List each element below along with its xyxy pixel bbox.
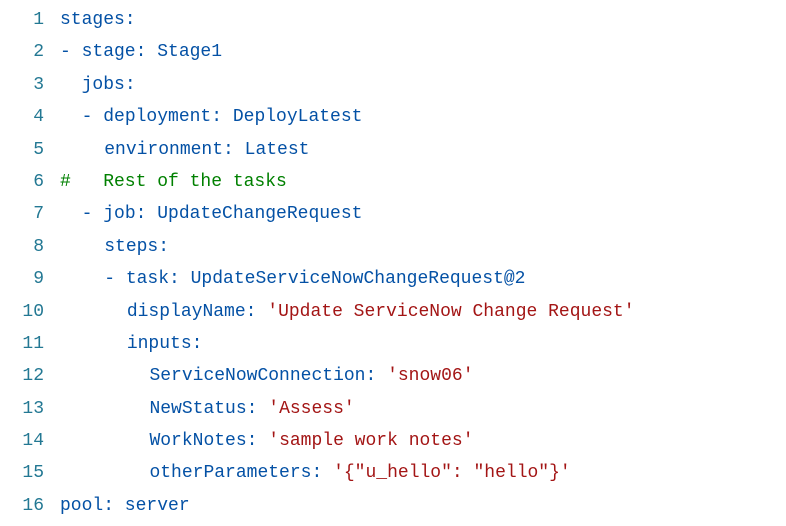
yaml-token: - stage: Stage1 — [60, 42, 222, 62]
line-content: - task: UpdateServiceNowChangeRequest@2 — [60, 263, 786, 295]
code-line: 6# Rest of the tasks — [0, 166, 786, 198]
line-content: # Rest of the tasks — [60, 166, 786, 198]
line-number: 12 — [0, 360, 60, 392]
code-line: 11 inputs: — [0, 328, 786, 360]
line-content: NewStatus: 'Assess' — [60, 393, 786, 425]
code-line: 3 jobs: — [0, 69, 786, 101]
yaml-key: displayName: — [127, 302, 267, 322]
line-number: 6 — [0, 166, 60, 198]
line-content: - job: UpdateChangeRequest — [60, 198, 786, 230]
line-content: environment: Latest — [60, 134, 786, 166]
code-line: 10 displayName: 'Update ServiceNow Chang… — [0, 296, 786, 328]
yaml-key: WorkNotes: — [149, 431, 268, 451]
yaml-token: pool: server — [60, 496, 190, 516]
line-number: 5 — [0, 134, 60, 166]
line-content: displayName: 'Update ServiceNow Change R… — [60, 296, 786, 328]
line-content: - stage: Stage1 — [60, 36, 786, 68]
line-content: - deployment: DeployLatest — [60, 101, 786, 133]
yaml-token: - deployment: DeployLatest — [82, 107, 363, 127]
yaml-key: otherParameters: — [149, 463, 333, 483]
line-number: 14 — [0, 425, 60, 457]
yaml-token: jobs: — [82, 75, 136, 95]
line-number: 16 — [0, 490, 60, 522]
yaml-key: ServiceNowConnection: — [149, 366, 387, 386]
yaml-token: # Rest of the tasks — [60, 172, 287, 192]
code-line: 4 - deployment: DeployLatest — [0, 101, 786, 133]
yaml-token: environment: Latest — [104, 140, 309, 160]
code-line: 8 steps: — [0, 231, 786, 263]
line-number: 7 — [0, 198, 60, 230]
code-line: 12 ServiceNowConnection: 'snow06' — [0, 360, 786, 392]
code-line: 1stages: — [0, 4, 786, 36]
line-number: 9 — [0, 263, 60, 295]
yaml-key: NewStatus: — [149, 399, 268, 419]
line-content: ServiceNowConnection: 'snow06' — [60, 360, 786, 392]
line-content: steps: — [60, 231, 786, 263]
line-number: 11 — [0, 328, 60, 360]
code-line: 13 NewStatus: 'Assess' — [0, 393, 786, 425]
code-line: 2- stage: Stage1 — [0, 36, 786, 68]
line-content: jobs: — [60, 69, 786, 101]
line-number: 13 — [0, 393, 60, 425]
line-number: 2 — [0, 36, 60, 68]
line-number: 1 — [0, 4, 60, 36]
line-number: 10 — [0, 296, 60, 328]
code-line: 7 - job: UpdateChangeRequest — [0, 198, 786, 230]
line-content: inputs: — [60, 328, 786, 360]
yaml-token: - job: UpdateChangeRequest — [82, 204, 363, 224]
line-number: 8 — [0, 231, 60, 263]
code-line: 16pool: server — [0, 490, 786, 522]
line-number: 15 — [0, 457, 60, 489]
line-content: otherParameters: '{"u_hello": "hello"}' — [60, 457, 786, 489]
code-line: 15 otherParameters: '{"u_hello": "hello"… — [0, 457, 786, 489]
code-editor: 1stages:2- stage: Stage13 jobs:4 - deplo… — [0, 0, 786, 526]
code-line: 9 - task: UpdateServiceNowChangeRequest@… — [0, 263, 786, 295]
line-content: pool: server — [60, 490, 786, 522]
yaml-token: stages: — [60, 10, 136, 30]
yaml-token: - task: UpdateServiceNowChangeRequest@2 — [104, 269, 525, 289]
yaml-string: 'snow06' — [387, 366, 473, 386]
line-content: stages: — [60, 4, 786, 36]
yaml-token: inputs: — [127, 334, 203, 354]
yaml-token: steps: — [104, 237, 169, 257]
line-number: 3 — [0, 69, 60, 101]
line-number: 4 — [0, 101, 60, 133]
line-content: WorkNotes: 'sample work notes' — [60, 425, 786, 457]
yaml-string: 'Update ServiceNow Change Request' — [267, 302, 634, 322]
yaml-string: 'sample work notes' — [268, 431, 473, 451]
yaml-string: 'Assess' — [268, 399, 354, 419]
yaml-string: '{"u_hello": "hello"}' — [333, 463, 571, 483]
code-line: 5 environment: Latest — [0, 134, 786, 166]
code-line: 14 WorkNotes: 'sample work notes' — [0, 425, 786, 457]
